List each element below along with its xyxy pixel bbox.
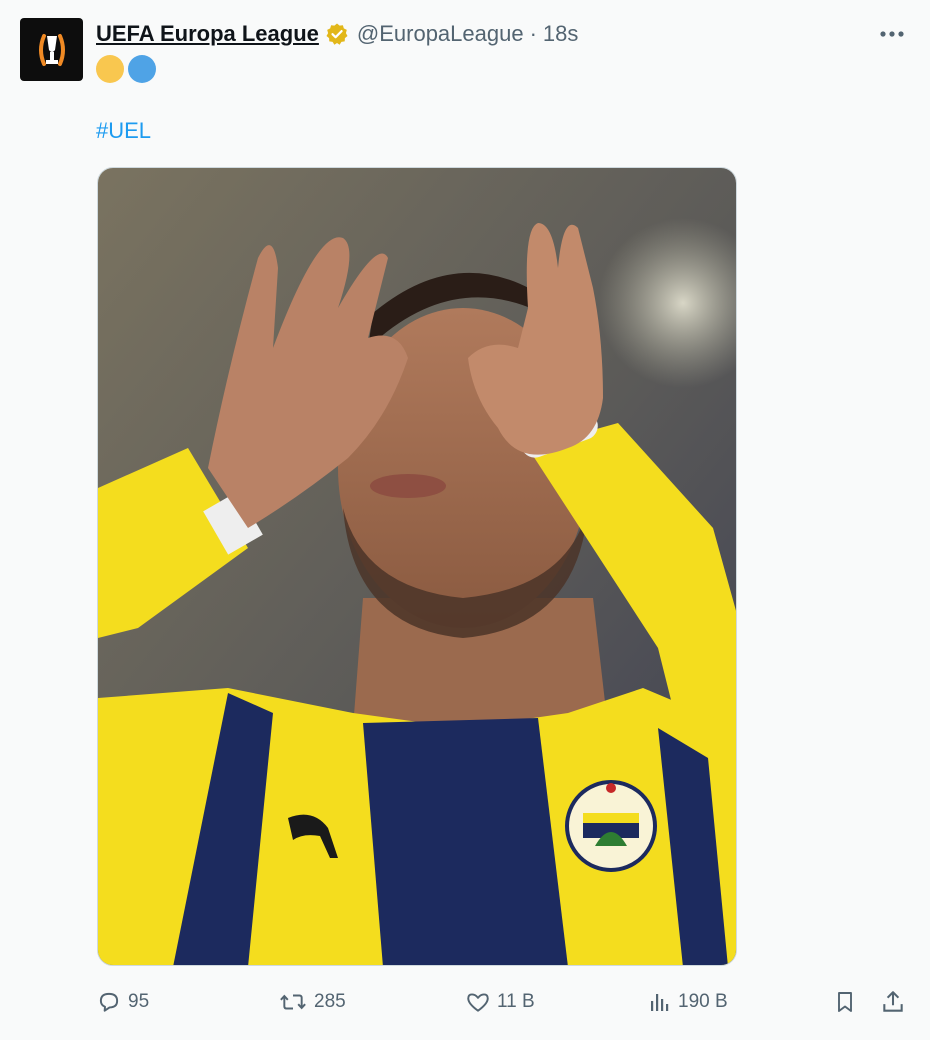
timestamp[interactable]: 18s <box>543 21 578 47</box>
display-name[interactable]: UEFA Europa League <box>96 21 319 47</box>
tweet-card: UEFA Europa League @EuropaLeague · 18s #… <box>0 0 930 1040</box>
views-count: 190 B <box>678 991 728 1012</box>
like-button[interactable]: 11 B <box>465 985 535 1019</box>
more-options-icon <box>880 31 904 37</box>
more-options-button[interactable] <box>874 20 910 48</box>
user-handle[interactable]: @EuropaLeague <box>357 21 524 47</box>
avatar[interactable] <box>20 18 83 81</box>
views-button[interactable]: 190 B <box>648 985 728 1019</box>
share-icon <box>883 991 903 1012</box>
retweet-count: 285 <box>314 991 346 1012</box>
uel-trophy-logo-icon <box>38 33 65 66</box>
tweet-photo[interactable] <box>97 167 737 966</box>
reply-icon <box>99 992 119 1012</box>
bookmark-icon <box>838 992 852 1012</box>
emoji-row <box>96 55 156 85</box>
hashtag-link[interactable]: #UEL <box>96 118 151 144</box>
heart-icon <box>467 993 489 1012</box>
yellow-circle-emoji <box>96 55 124 83</box>
separator-dot: · <box>529 21 537 46</box>
views-chart-icon <box>651 994 669 1011</box>
retweet-icon <box>280 994 306 1010</box>
verified-badge-icon[interactable] <box>325 22 349 46</box>
share-button[interactable] <box>880 985 906 1019</box>
tweet-header: UEFA Europa League @EuropaLeague · 18s <box>96 18 578 50</box>
reply-count: 95 <box>128 991 150 1012</box>
like-count: 11 B <box>497 991 535 1012</box>
bookmark-button[interactable] <box>833 985 857 1019</box>
retweet-button[interactable]: 285 <box>278 985 346 1019</box>
reply-button[interactable]: 95 <box>96 985 149 1019</box>
player-celebration-photo <box>98 168 736 965</box>
blue-circle-emoji <box>128 55 156 83</box>
